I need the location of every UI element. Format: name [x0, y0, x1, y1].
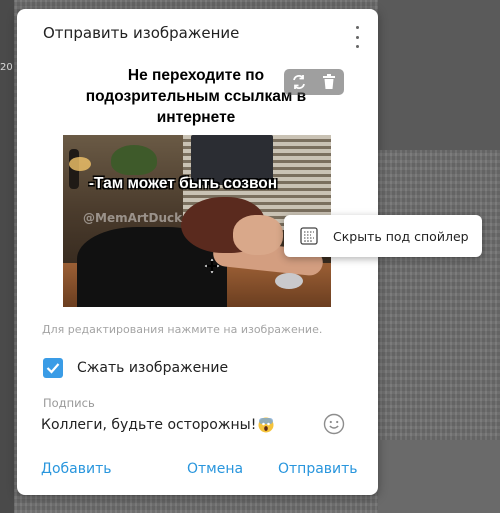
background-label: 20 [0, 62, 13, 73]
compress-checkbox[interactable] [43, 358, 63, 378]
caption-label: Подпись [43, 396, 95, 410]
background-left-panel [0, 0, 14, 513]
move-cursor-icon [204, 258, 220, 274]
smile-icon[interactable] [323, 413, 345, 435]
image-toolbar [284, 69, 344, 95]
scream-emoji-icon [258, 417, 274, 433]
delete-button[interactable] [314, 69, 344, 95]
caption-text: Коллеги, будьте осторожны! [41, 417, 257, 433]
more-vertical-icon[interactable] [350, 26, 364, 48]
photo-mouse [275, 273, 303, 289]
edit-hint: Для редактирования нажмите на изображени… [42, 323, 323, 336]
compress-label[interactable]: Сжать изображение [77, 360, 228, 376]
cancel-button[interactable]: Отмена [187, 461, 243, 477]
replace-icon [293, 75, 305, 89]
check-icon [46, 363, 60, 374]
replace-button[interactable] [284, 69, 314, 95]
photo-plant [111, 145, 157, 175]
spoiler-icon [300, 227, 318, 245]
caption-input[interactable]: Коллеги, будьте осторожны! [41, 412, 331, 438]
watermark: @MemArtDuck [83, 211, 183, 225]
background-right-bottom [378, 440, 500, 513]
photo-text: -Там может быть созвон [88, 175, 278, 192]
background-right-top [378, 0, 500, 150]
photo-person-face [233, 215, 283, 255]
dialog-title: Отправить изображение [43, 24, 240, 42]
spoiler-menu-item-label[interactable]: Скрыть под спойлер [333, 229, 469, 244]
context-menu: Скрыть под спойлер [284, 215, 482, 257]
delete-icon [323, 74, 335, 89]
send-button[interactable]: Отправить [278, 461, 358, 477]
add-button[interactable]: Добавить [41, 461, 111, 477]
